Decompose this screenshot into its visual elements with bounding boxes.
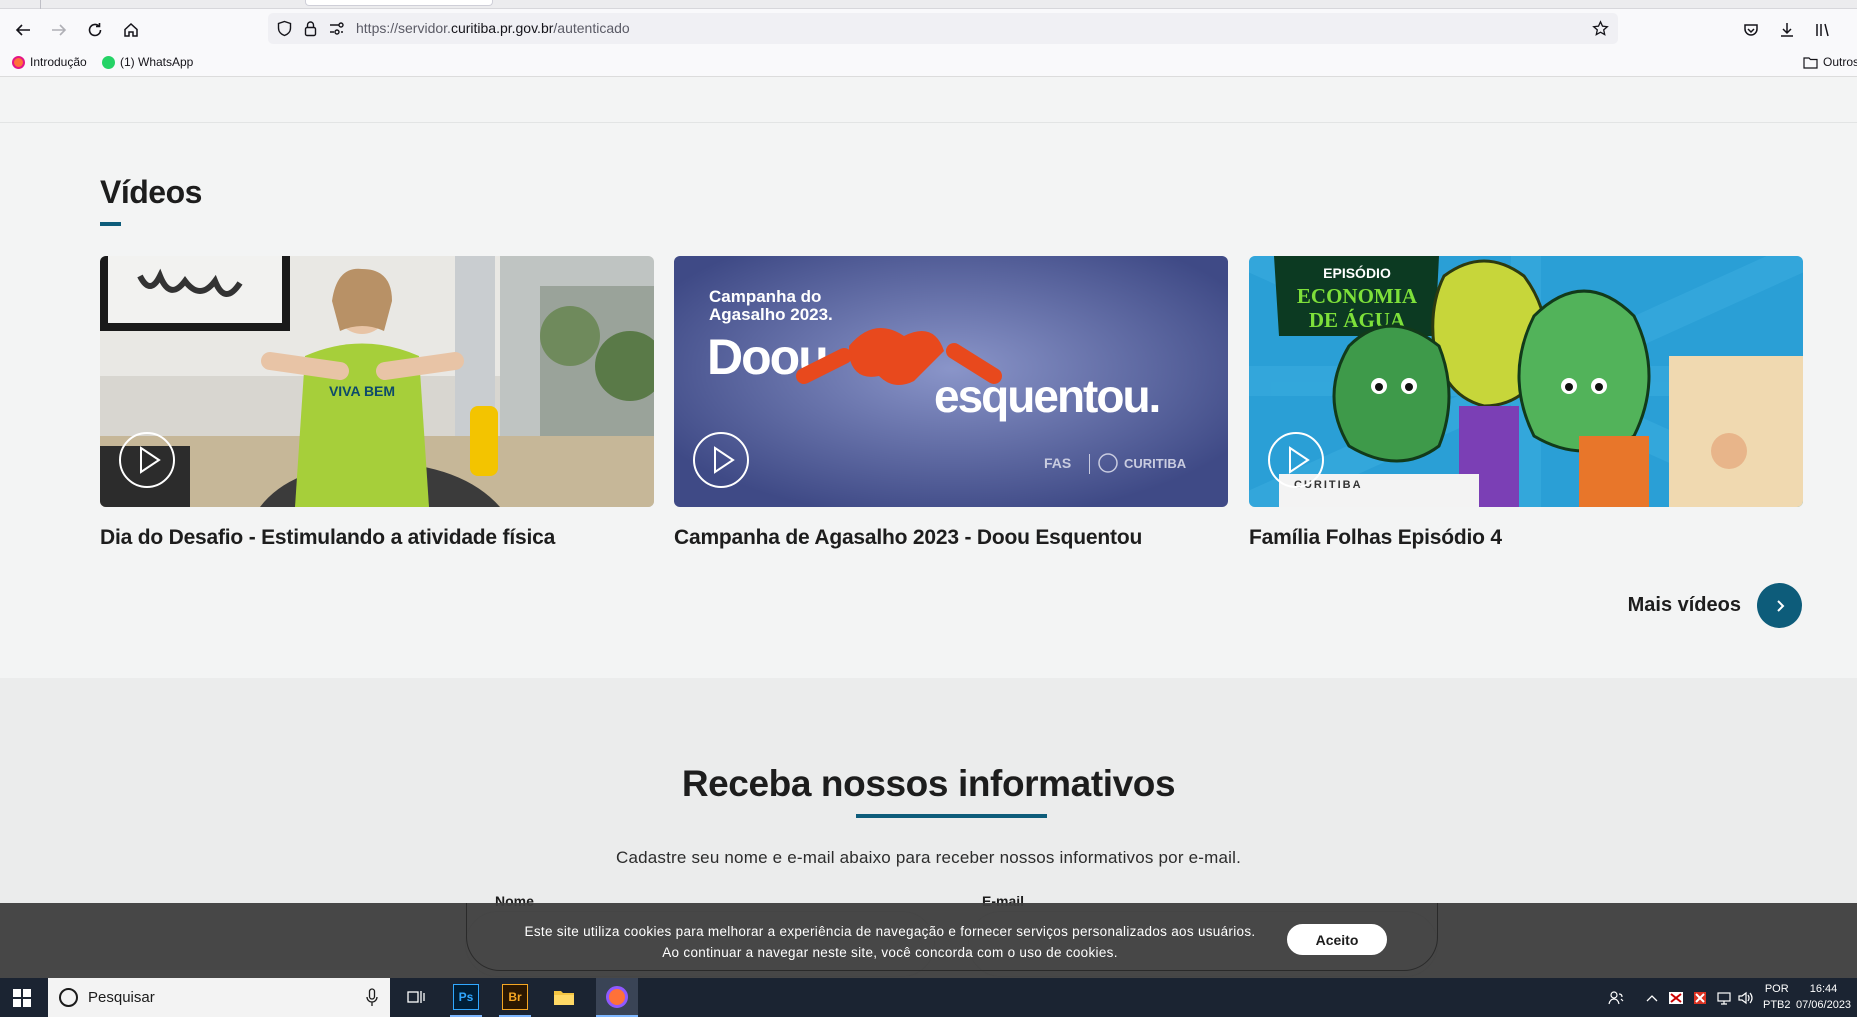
video-thumbnail[interactable]: VIVA BEM — [100, 256, 654, 507]
forward-arrow-icon — [52, 24, 67, 36]
shield-icon[interactable] — [276, 20, 293, 37]
cartoon-leaves-image: EPISÓDIO ECONOMIA DE ÁGUA CURITIBA — [1249, 256, 1803, 507]
shirt-text: VIVA BEM — [329, 383, 395, 399]
back-button[interactable] — [10, 17, 36, 43]
newsletter-title: Receba nossos informativos — [681, 763, 1176, 804]
cookie-line-1: Este site utiliza cookies para melhorar … — [524, 924, 1256, 939]
downloads-button[interactable] — [1774, 17, 1800, 43]
tray-app-icon[interactable] — [1668, 978, 1684, 1017]
star-bookmark-icon[interactable] — [1592, 20, 1609, 37]
library-button[interactable] — [1810, 17, 1836, 43]
volume-icon[interactable] — [1738, 978, 1754, 1017]
banner-word-2: esquentou. — [934, 370, 1159, 422]
video-title[interactable]: Dia do Desafio - Estimulando a atividade… — [100, 526, 654, 550]
fas-logo: FAS — [1044, 455, 1071, 471]
bookmark-label: (1) WhatsApp — [120, 55, 194, 69]
firefox-taskbar-button[interactable] — [596, 978, 638, 1017]
home-icon — [124, 22, 138, 37]
bookmark-label: Introdução — [30, 55, 87, 69]
sign-top: EPISÓDIO — [1323, 264, 1391, 281]
section-divider — [0, 122, 1857, 123]
taskbar: Pesquisar Ps Br POR PTB2 16:44 07/06/202… — [0, 978, 1857, 1017]
search-placeholder[interactable]: Pesquisar — [88, 989, 155, 1006]
reload-button[interactable] — [82, 17, 108, 43]
other-bookmarks-label: Outros — [1823, 55, 1857, 69]
lock-icon[interactable] — [302, 20, 319, 37]
bookmark-introducao[interactable]: Introdução — [12, 55, 87, 69]
url-bar[interactable]: https://servidor.curitiba.pr.gov.br/aute… — [268, 13, 1618, 44]
cookie-message: Este site utiliza cookies para melhorar … — [470, 921, 1310, 963]
chevron-right-icon[interactable] — [1757, 583, 1802, 628]
campaign-banner-image: Campanha do Agasalho 2023. Doou esquento… — [674, 256, 1228, 507]
office-scene-image: VIVA BEM — [100, 256, 654, 507]
network-icon[interactable] — [1716, 978, 1732, 1017]
more-videos-label[interactable]: Mais vídeos — [1628, 594, 1741, 617]
url-text[interactable]: https://servidor.curitiba.pr.gov.br/aute… — [356, 20, 630, 36]
play-icon[interactable] — [119, 432, 175, 488]
active-tab[interactable] — [305, 0, 493, 6]
download-icon — [1781, 23, 1793, 37]
whatsapp-icon — [102, 55, 115, 69]
windows-start-icon[interactable] — [13, 989, 31, 1007]
clock[interactable]: 16:44 07/06/2023 — [1796, 981, 1851, 1013]
heading-underline — [100, 222, 121, 226]
banner-line-2: Agasalho 2023. — [709, 305, 833, 324]
video-card-familia-folhas[interactable]: EPISÓDIO ECONOMIA DE ÁGUA CURITIBA Famíl… — [1249, 256, 1803, 550]
forward-button[interactable] — [46, 17, 72, 43]
firefox-icon — [606, 986, 628, 1008]
permissions-icon[interactable] — [328, 20, 345, 37]
antivirus-icon[interactable] — [1692, 978, 1708, 1017]
bookmark-whatsapp[interactable]: (1) WhatsApp — [102, 55, 193, 69]
browser-toolbar: https://servidor.curitiba.pr.gov.br/aute… — [0, 9, 1857, 49]
banner-line-1: Campanha do — [709, 287, 821, 306]
cookie-banner: Este site utiliza cookies para melhorar … — [0, 903, 1857, 978]
back-arrow-icon — [15, 24, 30, 36]
cortana-icon — [59, 988, 78, 1007]
accept-cookies-button[interactable]: Aceito — [1287, 924, 1387, 955]
clock-date: 07/06/2023 — [1796, 999, 1852, 1011]
people-icon[interactable] — [1608, 978, 1624, 1017]
video-title[interactable]: Família Folhas Episódio 4 — [1249, 526, 1803, 550]
photoshop-icon[interactable]: Ps — [453, 984, 479, 1010]
language-indicator[interactable]: POR PTB2 — [1763, 981, 1791, 1013]
firefox-icon — [12, 55, 25, 69]
home-button[interactable] — [118, 17, 144, 43]
newsletter-subtitle: Cadastre seu nome e e-mail abaixo para r… — [615, 848, 1242, 867]
taskbar-search[interactable]: Pesquisar — [48, 978, 390, 1017]
videos-heading: Vídeos — [100, 174, 202, 210]
tab-strip — [0, 0, 1857, 9]
task-view-icon[interactable] — [403, 984, 429, 1010]
clock-time: 16:44 — [1809, 983, 1838, 995]
play-icon[interactable] — [1268, 432, 1324, 488]
chevron-up-icon[interactable] — [1646, 978, 1658, 1017]
more-videos-link[interactable]: Mais vídeos — [1628, 583, 1802, 628]
page-content: Vídeos VIVA BEM Dia do Desafio - Estimul… — [0, 78, 1857, 1017]
folder-icon — [1803, 56, 1818, 69]
pocket-icon — [1744, 24, 1758, 36]
curitiba-logo: CURITIBA — [1124, 456, 1187, 471]
microphone-icon[interactable] — [366, 988, 378, 1007]
newsletter-underline — [856, 814, 1047, 818]
bookmarks-bar: Introdução (1) WhatsApp Outros — [0, 49, 1857, 77]
video-title[interactable]: Campanha de Agasalho 2023 - Doou Esquent… — [674, 526, 1228, 550]
bridge-icon[interactable]: Br — [502, 984, 528, 1010]
file-explorer-icon[interactable] — [551, 984, 577, 1010]
play-icon[interactable] — [693, 432, 749, 488]
library-icon — [1816, 23, 1829, 37]
sign-line-1: ECONOMIA — [1297, 284, 1418, 308]
video-thumbnail[interactable]: Campanha do Agasalho 2023. Doou esquento… — [674, 256, 1228, 507]
reload-icon — [88, 23, 102, 37]
video-thumbnail[interactable]: EPISÓDIO ECONOMIA DE ÁGUA CURITIBA — [1249, 256, 1803, 507]
other-bookmarks[interactable]: Outros — [1803, 55, 1857, 69]
video-card-dia-do-desafio[interactable]: VIVA BEM Dia do Desafio - Estimulando a … — [100, 256, 654, 550]
tab-divider — [40, 0, 41, 9]
cookie-line-2: Ao continuar a navegar neste site, você … — [662, 945, 1118, 960]
pocket-button[interactable] — [1738, 17, 1764, 43]
video-card-campanha-agasalho[interactable]: Campanha do Agasalho 2023. Doou esquento… — [674, 256, 1228, 550]
